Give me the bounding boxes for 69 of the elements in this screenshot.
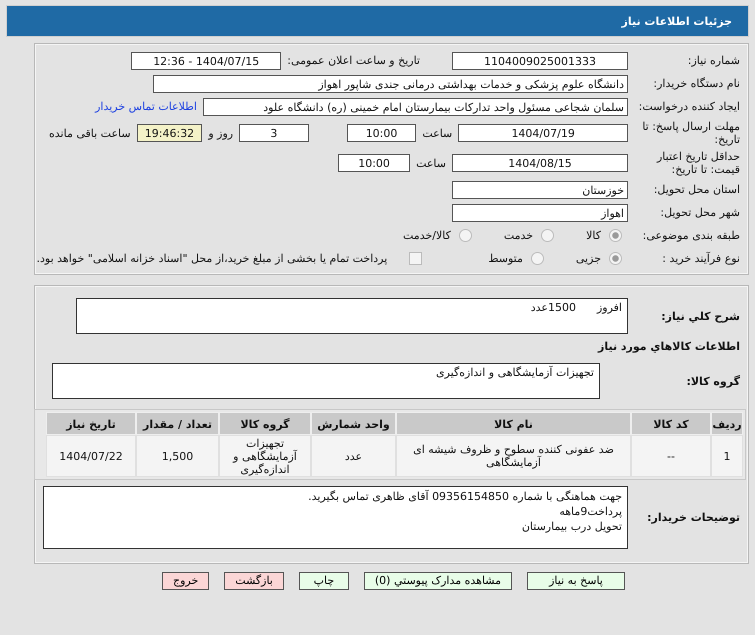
column-header: تاریخ نیاز (46, 412, 136, 435)
city-field: اهواز (452, 204, 628, 222)
category-radio[interactable] (609, 229, 622, 242)
process-radio[interactable] (530, 252, 544, 265)
field-label: روز و (208, 126, 234, 140)
days-field: 3 (239, 124, 309, 142)
table-cell: 1,500 (136, 435, 219, 477)
column-header: واحد شمارش (311, 412, 396, 435)
need-number-field: 1104009025001333 (452, 52, 628, 70)
validity-time-field: 10:00 (338, 154, 410, 172)
radio-label: خدمت (504, 229, 534, 242)
field-label: ساعت باقی مانده (49, 126, 131, 140)
page-title: جزئیات اطلاعات نیاز (622, 14, 732, 28)
note-line: تحویل درب بیمارستان (520, 519, 622, 534)
action-button[interactable]: مشاهده مدارک پیوستي (0) (364, 572, 512, 590)
category-radio[interactable] (458, 229, 472, 242)
note-line: پرداخت9ماهه (558, 504, 622, 519)
field-label: تاریخ و ساعت اعلان عمومی: (287, 54, 420, 67)
buyer-field: دانشگاه علوم پزشکی و خدمات بهداشتی درمانی جندی شاپور اهواز (153, 74, 628, 92)
table-cell: 1 (711, 435, 743, 477)
column-header: نام کالا (396, 412, 631, 435)
payment-checkbox[interactable] (409, 252, 422, 265)
field-label: شماره نیاز: (686, 54, 740, 67)
field-label: شرح کلي نياز: (660, 310, 740, 322)
action-button[interactable]: خروج (162, 572, 210, 590)
field-label: ساعت (416, 156, 446, 170)
field-label: توضیحات خریدار: (646, 511, 740, 524)
summary-textarea[interactable]: افروز 1500عدد (76, 298, 628, 334)
field-label: ایجاد کننده درخواست: (638, 100, 740, 113)
table-cell: تجهیزات آزمایشگاهی و اندازه‌گیری (219, 435, 311, 477)
field-label: حداقل تاریخ اعتبار قیمت: تا تاریخ: (656, 150, 740, 176)
field-label: نام دستگاه خریدار: (652, 77, 740, 90)
radio-label: جزیی (576, 252, 601, 265)
field-label: ساعت (422, 126, 452, 140)
action-button[interactable]: چاپ (298, 572, 349, 590)
process-radio[interactable] (609, 252, 622, 265)
validity-date-field: 1404/08/15 (452, 154, 628, 172)
category-radio[interactable] (541, 229, 554, 242)
radio-label: کالا/خدمت (403, 229, 451, 242)
table-cell: -- (631, 435, 711, 477)
deadline-time-field: 10:00 (346, 124, 416, 142)
section-heading: اطلاعات کالاهاي مورد نياز (596, 340, 740, 353)
creator-field: سلمان شجاعی مسئول واحد تدارکات بیمارستان امام خمینی (ره) دانشگاه علود (203, 98, 628, 116)
province-field: خوزستان (452, 180, 628, 198)
note-line: جهت هماهنگی با شماره 09356154850 آقای ظاهری تماس بگیرید. (307, 489, 622, 504)
column-header: کد کالا (631, 412, 711, 435)
field-label: مهلت ارسال پاسخ: تا تاریخ: (641, 120, 740, 146)
remaining-time-field: 19:46:32 (136, 124, 202, 142)
field-label: گروه کالا: (685, 374, 740, 388)
announce-date-field: 1404/07/15 - 12:36 (131, 52, 282, 70)
buyer-contact-link[interactable]: اطلاعات تماس خریدار (95, 100, 197, 113)
buyer-notes-textarea[interactable]: جهت هماهنگی با شماره 09356154850 آقای ظاهری تماس بگیرید. پرداخت9ماهه تحویل درب بیمارستان (43, 486, 628, 549)
field-label: استان محل تحویل: (652, 183, 740, 196)
action-button[interactable]: پاسخ به نیاز (527, 572, 625, 590)
column-header: گروه کالا (219, 412, 311, 435)
action-button[interactable]: بازگشت (224, 572, 284, 590)
table-cell: عدد (311, 435, 396, 477)
table-cell: 1404/07/22 (46, 435, 136, 477)
column-header: تعداد / مقدار (136, 412, 219, 435)
column-header: ردیف (711, 412, 743, 435)
radio-label: متوسط (488, 252, 523, 265)
goods-group-textarea[interactable]: تجهیزات آزمایشگاهی و اندازه‌گیری (52, 363, 600, 399)
field-label: نوع فرآیند خرید : (661, 252, 740, 265)
table-cell: ضد عفونی کننده سطوح و ظروف شیشه ای آزمایشگاهی (396, 435, 631, 477)
field-label: شهر محل تحویل: (659, 206, 740, 219)
radio-label: کالا (586, 229, 601, 242)
checkbox-label: پرداخت تمام یا بخشی از مبلغ خرید،از محل "اسناد خزانه اسلامی" خواهد بود. (36, 252, 388, 265)
field-label: طبقه بندی موضوعی: (642, 229, 740, 242)
deadline-date-field: 1404/07/19 (458, 124, 628, 142)
